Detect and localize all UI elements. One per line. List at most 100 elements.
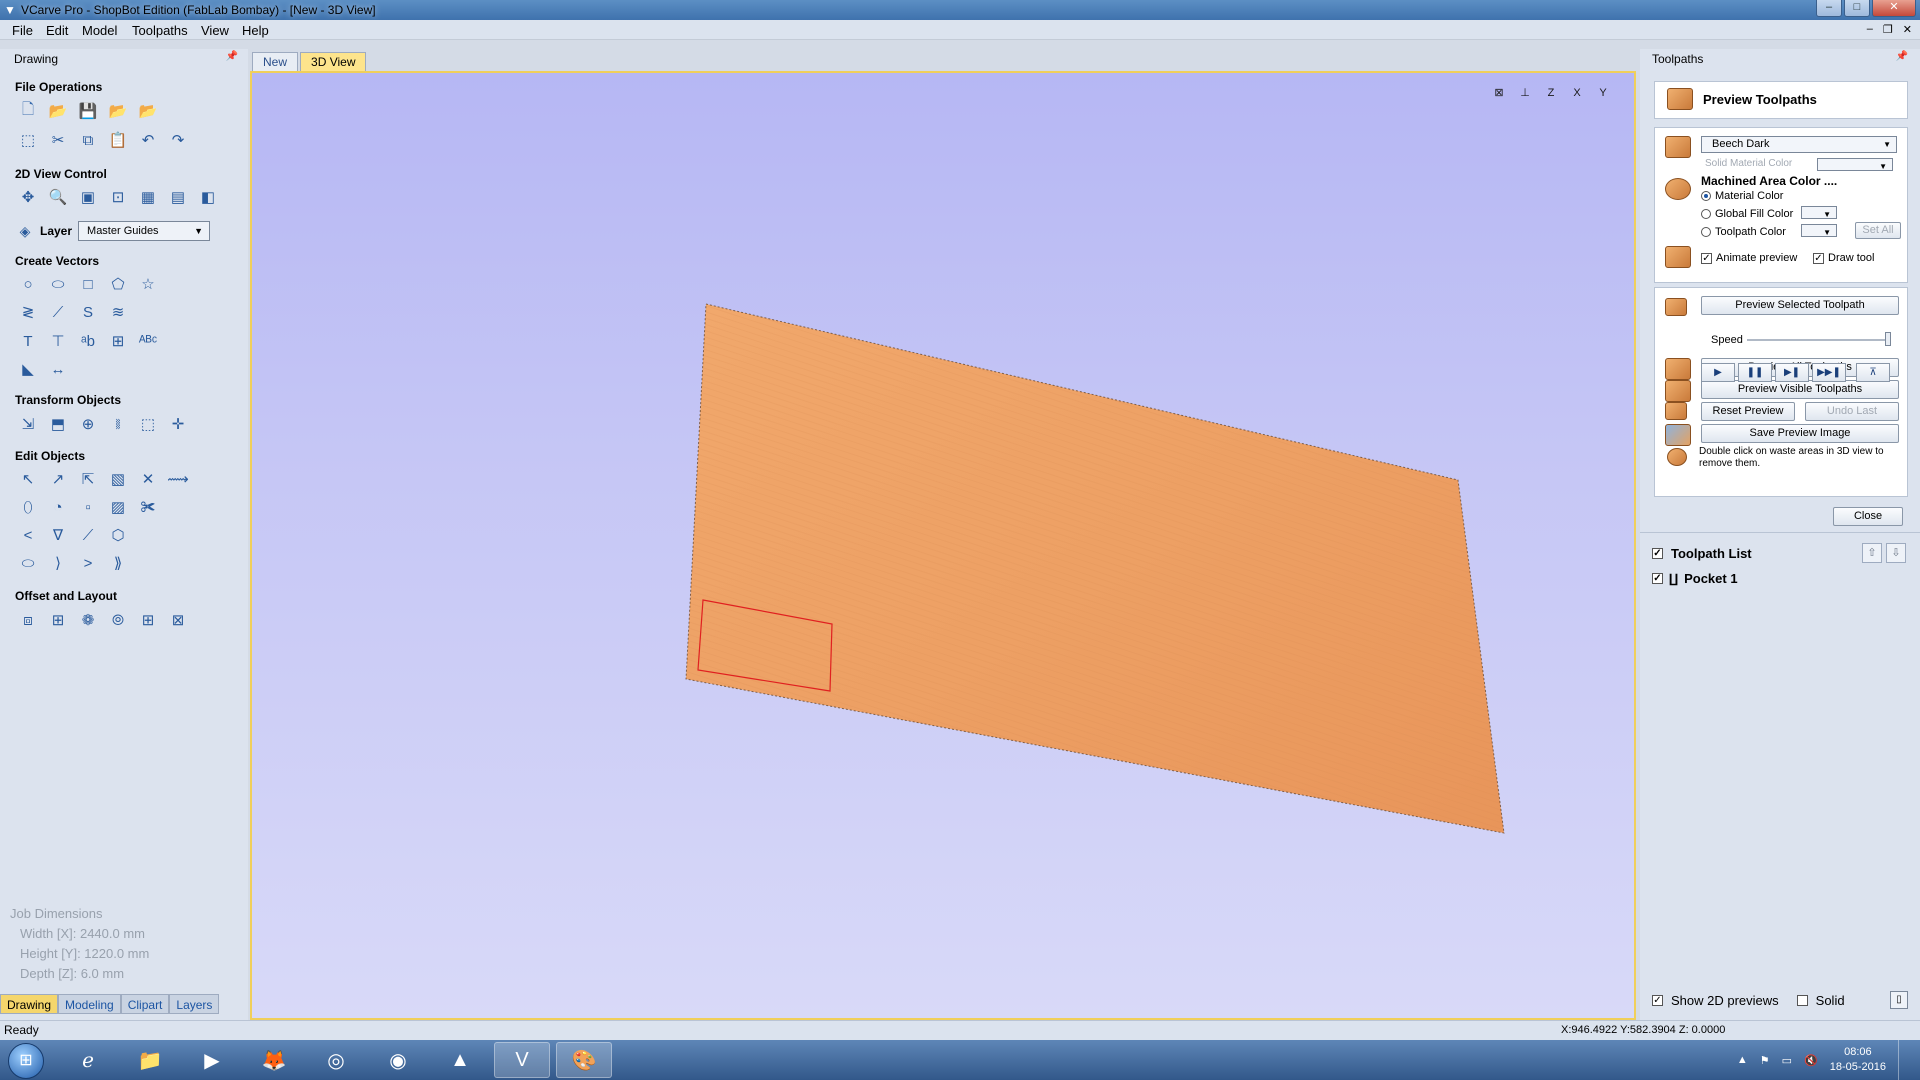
volume-icon[interactable]: 🔇 [1804, 1054, 1818, 1067]
z-view-icon[interactable]: Z [1540, 83, 1562, 103]
curve-icon[interactable]: ⟋ [46, 300, 70, 324]
align-icon[interactable]: ⊕ [76, 412, 100, 436]
minimize-button[interactable]: – [1816, 0, 1842, 17]
distort-icon[interactable]: ⬚ [136, 412, 160, 436]
circle-icon[interactable]: ○ [16, 272, 40, 296]
dogbone-icon[interactable]: ∇ [46, 523, 70, 547]
mirror-icon[interactable]: ⧚ [106, 412, 130, 436]
mdi-restore-icon[interactable]: ❐ [1883, 23, 1893, 36]
array-icon[interactable]: ❁ [76, 608, 100, 632]
panel-options-icon[interactable]: ▯ [1890, 991, 1908, 1009]
split-view-icon[interactable]: ◧ [196, 185, 220, 209]
redo-icon[interactable]: ↷ [166, 128, 190, 152]
animate-preview-checkbox[interactable]: ✓ [1701, 252, 1712, 264]
tab-modeling[interactable]: Modeling [58, 994, 121, 1014]
save-preview-image-button[interactable]: Save Preview Image [1701, 424, 1899, 443]
menu-model[interactable]: Model [82, 23, 117, 38]
skip-top-button[interactable]: ⊼ [1856, 363, 1890, 382]
import-bitmap-icon[interactable]: 📂 [136, 99, 160, 123]
auto-layout-text-icon[interactable]: ⊞ [106, 329, 130, 353]
save-icon[interactable]: 💾 [76, 99, 100, 123]
preview-visible-toolpaths-button[interactable]: Preview Visible Toolpaths [1701, 380, 1899, 399]
toolpath-list-checkbox[interactable]: ✓ [1652, 548, 1663, 559]
dimension-icon[interactable]: ↔ [46, 357, 70, 381]
tray-arrow-icon[interactable]: ▲ [1737, 1054, 1748, 1066]
fit-view-icon[interactable]: ⊠ [1488, 83, 1510, 103]
text-arc-icon[interactable]: ᴬᴮᶜ [136, 329, 160, 353]
text-box-icon[interactable]: ⊤ [46, 329, 70, 353]
start-button[interactable]: ⊞ [8, 1043, 44, 1079]
speed-slider-track[interactable] [1747, 339, 1889, 341]
skip-end-button[interactable]: ▶▶❚ [1812, 363, 1846, 382]
tab-3d-view[interactable]: 3D View [300, 52, 367, 71]
close-button[interactable]: Close [1833, 507, 1903, 526]
media-player-icon[interactable]: ▶ [184, 1042, 240, 1078]
ellipse-icon[interactable]: ⬭ [46, 272, 70, 296]
play-button[interactable]: ▶ [1701, 363, 1735, 382]
fillet-icon[interactable]: < [16, 523, 40, 547]
menu-file[interactable]: File [12, 23, 33, 38]
open-file-icon[interactable]: 📂 [46, 99, 70, 123]
step-button[interactable]: ▶❚ [1775, 363, 1809, 382]
measure-icon[interactable]: ⟿ [166, 467, 190, 491]
undo-icon[interactable]: ↶ [136, 128, 160, 152]
ungroup-icon[interactable]: ✕ [136, 467, 160, 491]
undo-last-button[interactable]: Undo Last [1805, 402, 1899, 421]
join-icon[interactable]: ⬭ [16, 551, 40, 575]
paste-icon[interactable]: 📋 [106, 128, 130, 152]
text-on-curve-icon[interactable]: ᵃb [76, 329, 100, 353]
3d-viewport[interactable]: ⊠ ⊥ Z X Y [250, 71, 1636, 1020]
trim-icon[interactable]: ▨ [106, 495, 130, 519]
menu-help[interactable]: Help [242, 23, 269, 38]
polyline-icon[interactable]: ≷ [16, 300, 40, 324]
menu-toolpaths[interactable]: Toolpaths [132, 23, 188, 38]
menu-view[interactable]: View [201, 23, 229, 38]
network-icon[interactable]: ▭ [1782, 1054, 1792, 1067]
set-origin-icon[interactable]: ✛ [166, 412, 190, 436]
grid-icon[interactable]: ▦ [136, 185, 160, 209]
pause-button[interactable]: ❚❚ [1738, 363, 1772, 382]
vlc-icon[interactable]: ▲ [432, 1042, 488, 1078]
select-icon[interactable]: ↖ [16, 467, 40, 491]
polygon-icon[interactable]: ⬠ [106, 272, 130, 296]
y-view-icon[interactable]: Y [1592, 83, 1614, 103]
x-view-icon[interactable]: X [1566, 83, 1588, 103]
curve-fit-icon[interactable]: > [76, 551, 100, 575]
zoom-selected-icon[interactable]: ⊡ [106, 185, 130, 209]
toolpath-visible-checkbox[interactable]: ✓ [1652, 573, 1663, 584]
offset-icon[interactable]: ⧈ [16, 608, 40, 632]
smooth-icon[interactable]: ⟩ [46, 551, 70, 575]
block-copy-icon[interactable]: ⊞ [136, 608, 160, 632]
fit-curve-icon[interactable]: ≋ [106, 300, 130, 324]
iso-view-icon[interactable]: ⊥ [1514, 83, 1536, 103]
toolpath-row[interactable]: ✓ ∐ Pocket 1 [1652, 571, 1738, 586]
extend-icon[interactable]: ⟋ [76, 523, 100, 547]
material-dropdown[interactable]: Beech Dark ▼ [1701, 136, 1897, 153]
move-down-icon[interactable]: ⇩ [1886, 543, 1906, 563]
pin-icon[interactable]: 📌 [226, 51, 238, 62]
tab-clipart[interactable]: Clipart [120, 994, 170, 1014]
pan-icon[interactable]: ✥ [16, 185, 40, 209]
flag-icon[interactable]: ⚑ [1760, 1054, 1770, 1067]
tab-drawing[interactable]: Drawing [0, 994, 59, 1014]
spiral-icon[interactable]: S [76, 300, 100, 324]
toolpath-color-dropdown[interactable]: ▼ [1801, 224, 1837, 237]
grid-copy-icon[interactable]: ⊠ [166, 608, 190, 632]
chrome-icon[interactable]: ◉ [370, 1042, 426, 1078]
global-fill-radio[interactable] [1701, 209, 1711, 219]
solid-checkbox[interactable] [1796, 995, 1808, 1006]
zoom-icon[interactable]: 🔍 [46, 185, 70, 209]
new-file-icon[interactable]: 🗋 [16, 99, 40, 123]
nest-icon[interactable]: ⊞ [46, 608, 70, 632]
close-window-button[interactable]: ✕ [1872, 0, 1916, 17]
subtract-icon[interactable]: ◔ [46, 495, 70, 519]
intersect-icon[interactable]: ▫ [76, 495, 100, 519]
clock[interactable]: 08:06 18-05-2016 [1830, 1045, 1886, 1075]
material-color-radio[interactable] [1701, 191, 1711, 201]
vcarve-taskbar-icon[interactable]: V [494, 1042, 550, 1078]
import-vectors-icon[interactable]: 📂 [106, 99, 130, 123]
arc-icon[interactable]: ⟫ [106, 551, 130, 575]
internet-explorer-icon[interactable]: ℯ [60, 1042, 116, 1078]
guides-icon[interactable]: ▤ [166, 185, 190, 209]
group-icon[interactable]: ▧ [106, 467, 130, 491]
